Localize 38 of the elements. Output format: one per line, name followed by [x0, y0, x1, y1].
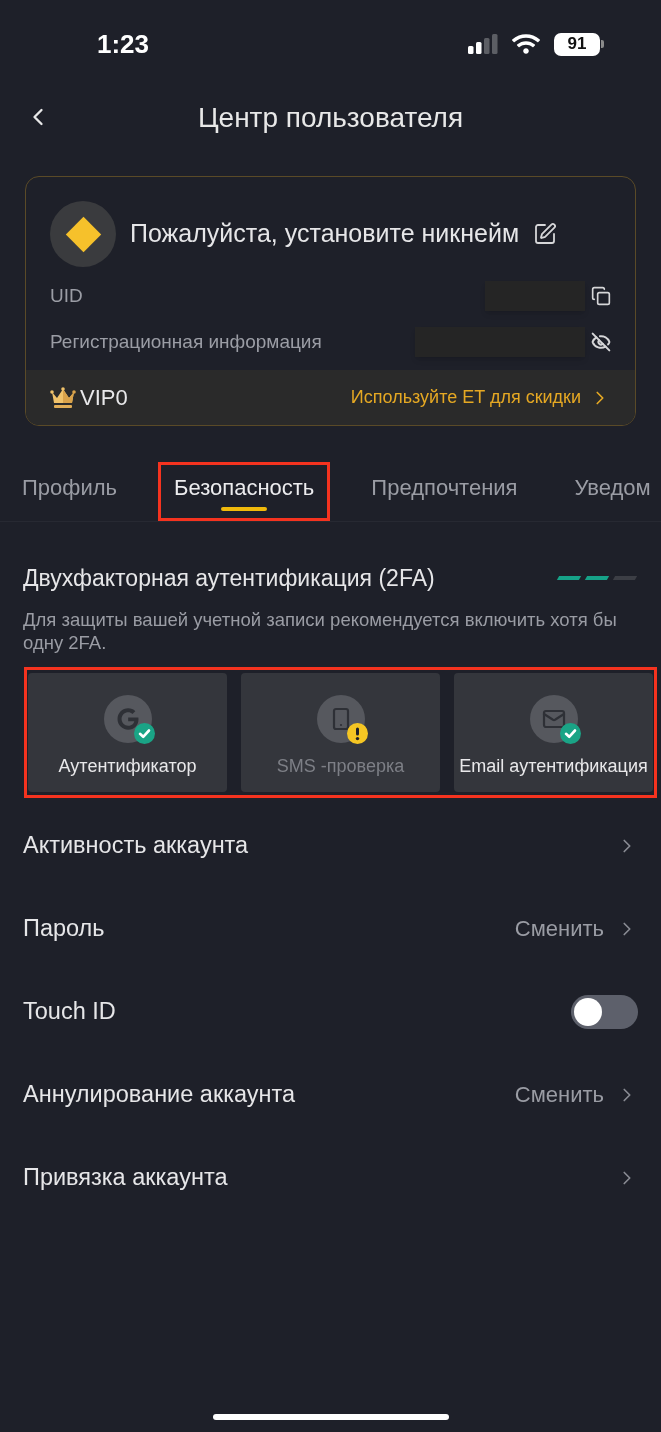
crown-icon [50, 386, 76, 409]
tab[interactable]: Безопасность [174, 465, 315, 518]
info-label: Регистрационная информация [50, 329, 322, 354]
setting-row[interactable]: Привязка аккаунта [0, 1136, 661, 1219]
signal-icon [468, 34, 498, 54]
info-label: UID [50, 283, 83, 308]
setting-value: Сменить [514, 915, 604, 943]
vip-level: VIP0 [80, 384, 128, 412]
setting-label: Активность аккаунта [23, 830, 249, 860]
setting-row[interactable]: Активность аккаунта [0, 804, 661, 887]
setting-label: Аннулирование аккаунта [23, 1079, 296, 1109]
setting-row[interactable]: Пароль Сменить [0, 887, 661, 970]
section-description: Для защиты вашей учетной записи рекомендуется включить хотя бы одну 2FA. [22, 608, 618, 654]
setting-value: Сменить [514, 1081, 604, 1109]
setting-label: Привязка аккаунта [23, 1162, 228, 1192]
option-label: Аутентификатор [58, 755, 197, 778]
setting-row[interactable]: Аннулирование аккаунта Сменить [0, 1053, 661, 1136]
option-label: Email аутентификация [459, 755, 648, 778]
setting-label: Touch ID [23, 996, 116, 1026]
vip-bar[interactable]: VIP0 Используйте ET для скидки [26, 370, 635, 425]
option-label: SMS -проверка [276, 755, 405, 778]
tab[interactable]: Уведом [574, 465, 651, 518]
page-title: Центр пользователя [197, 101, 464, 135]
edit-icon[interactable] [533, 222, 558, 246]
two-factor-option[interactable]: Аутентификатор [28, 673, 227, 792]
nickname-prompt: Пожалуйста, установите никнейм [130, 218, 520, 250]
tab[interactable]: Профиль [22, 465, 117, 518]
tab[interactable]: Предпочтения [371, 465, 518, 518]
eye-slash-icon[interactable] [591, 332, 611, 352]
touch-id-toggle[interactable] [571, 994, 638, 1029]
battery-indicator: 91 [554, 32, 604, 56]
two-factor-option[interactable]: Email аутентификация [454, 673, 653, 792]
vip-promo-link: Используйте ET для скидки [350, 386, 581, 409]
section-title: Двухфакторная аутентификация (2FA) [23, 564, 435, 592]
setting-label: Пароль [23, 913, 105, 943]
copy-icon[interactable] [591, 286, 611, 306]
tab-underline [221, 507, 268, 511]
status-time: 1:23 [97, 27, 150, 61]
